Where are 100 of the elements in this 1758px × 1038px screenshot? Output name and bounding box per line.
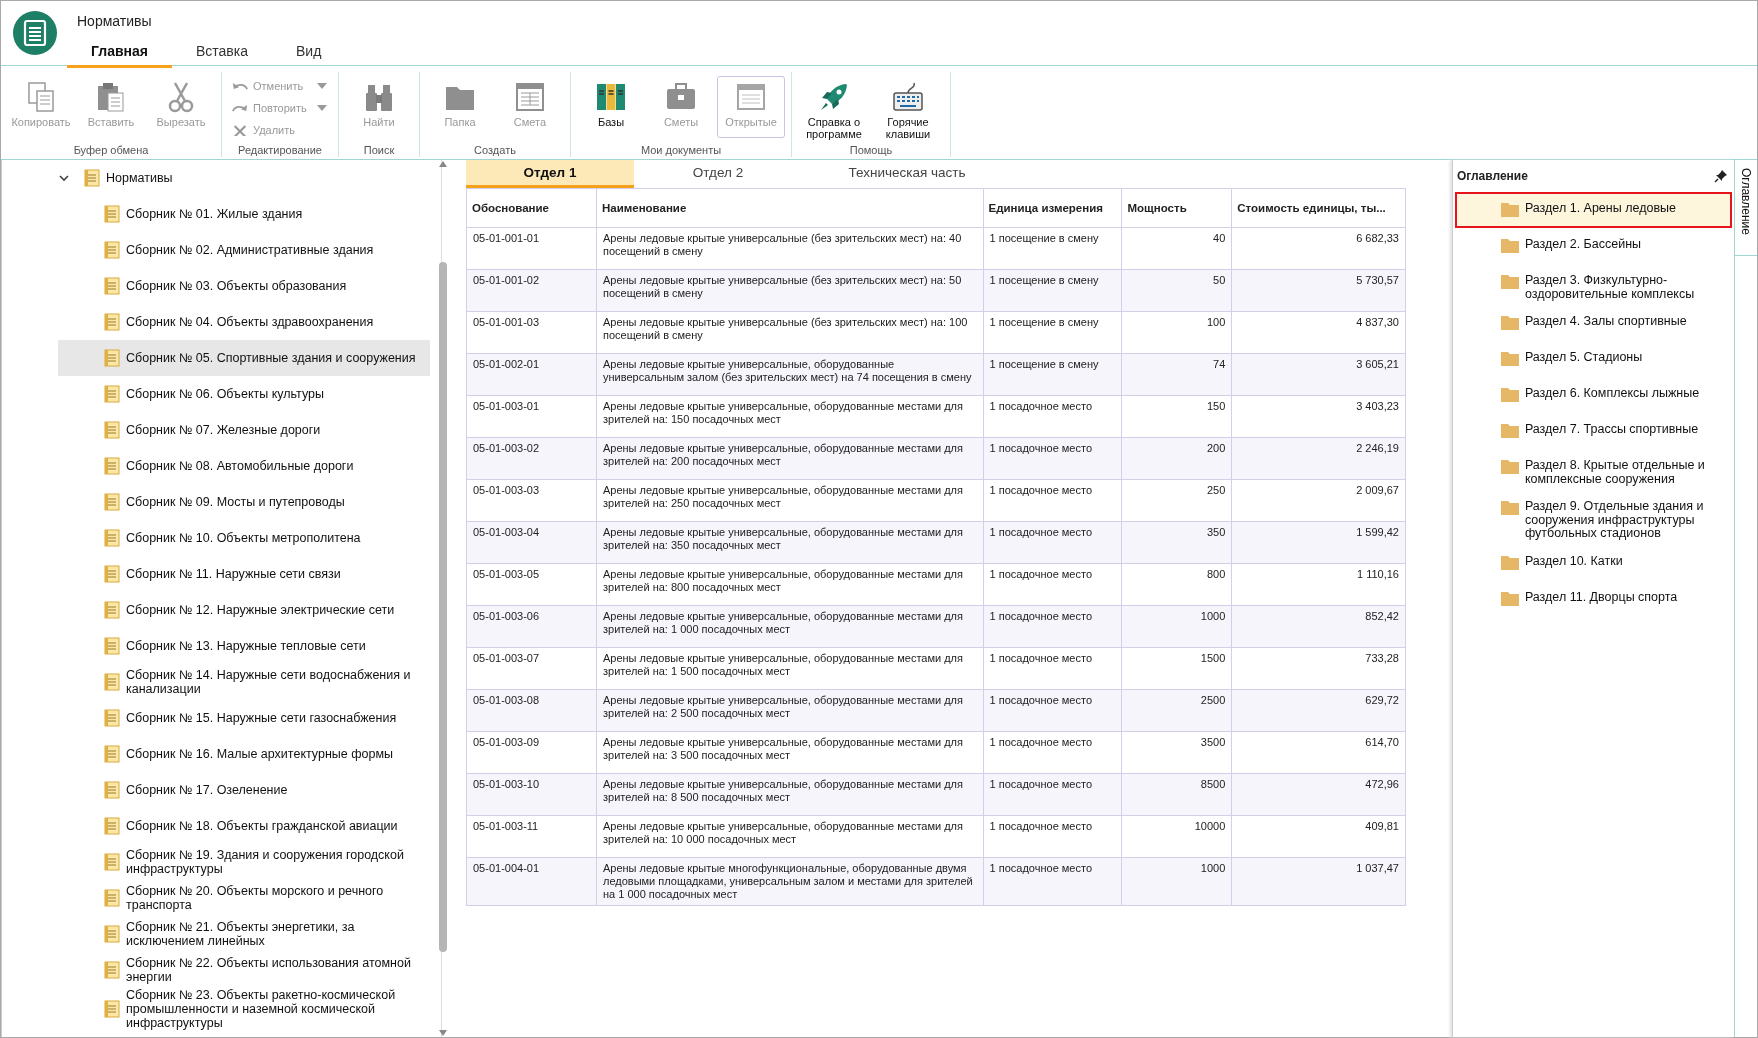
tree-item[interactable]: Сборник № 12. Наружные электрические сети: [58, 592, 430, 628]
tree-item[interactable]: Сборник № 06. Объекты культуры: [58, 376, 430, 412]
table-cell: 05-01-004-01: [466, 857, 597, 906]
folder-icon: [1500, 554, 1519, 570]
tree-item[interactable]: Сборник № 16. Малые архитектурные формы: [58, 736, 430, 772]
table-cell: 3 403,23: [1231, 395, 1406, 438]
tree-item[interactable]: Сборник № 13. Наружные тепловые сети: [58, 628, 430, 664]
section-tab[interactable]: Отдел 2: [634, 160, 802, 188]
table-cell: 05-01-003-07: [466, 647, 597, 690]
tree-item[interactable]: Сборник № 10. Объекты метрополитена: [58, 520, 430, 556]
table-cell: Арены ледовые крытые универсальные, оборудованные местами для зрителей на: 150 посадочных мест: [596, 395, 984, 438]
table-cell: 10000: [1122, 815, 1232, 858]
table-cell: 8500: [1122, 773, 1232, 816]
contents-item[interactable]: Раздел 5. Стадионы: [1454, 341, 1732, 377]
column-header[interactable]: Обоснование: [466, 188, 597, 228]
tree-item[interactable]: Сборник № 03. Объекты образования: [58, 268, 430, 304]
menu-tab[interactable]: Вид: [272, 39, 346, 68]
folder-icon: [1500, 238, 1519, 253]
tree-item[interactable]: Сборник № 18. Объекты гражданской авиации: [58, 808, 430, 844]
close-icon: [232, 124, 248, 136]
table-cell: 74: [1122, 353, 1232, 396]
column-header[interactable]: Наименование: [596, 188, 984, 228]
tree-item[interactable]: Сборник № 08. Автомобильные дороги: [58, 448, 430, 484]
table-cell: 6 682,33: [1231, 227, 1406, 270]
tree-item[interactable]: Сборник № 04. Объекты здравоохранения: [58, 304, 430, 340]
table-cell: 40: [1122, 227, 1232, 270]
contents-item[interactable]: Раздел 10. Катки: [1454, 544, 1732, 581]
table-cell: 1000: [1122, 605, 1232, 648]
table-cell: 1500: [1122, 647, 1232, 690]
ribbon-button[interactable]: Горячие клавиши: [872, 76, 944, 138]
scroll-up-icon[interactable]: [438, 160, 448, 168]
contents-item[interactable]: Раздел 4. Залы спортивные: [1454, 305, 1732, 341]
contents-item[interactable]: Раздел 3. Физкультурно-оздоровительные комплексы: [1454, 264, 1732, 305]
table-cell: 05-01-003-02: [466, 437, 597, 480]
menu-tab[interactable]: Главная: [67, 39, 172, 68]
notebook-icon: [104, 673, 120, 691]
notebook-icon: [104, 241, 120, 259]
window-title: Нормативы: [77, 13, 153, 29]
tree-item[interactable]: Сборник № 23. Объекты ракетно-космической промышленности и наземной космической инфраструктуры: [58, 988, 430, 1030]
table-cell: 1 посадочное место: [983, 815, 1122, 858]
ribbon-group-label: Мои документы: [640, 144, 722, 156]
table-cell: 1 посещение в смену: [983, 269, 1122, 312]
section-tab[interactable]: Отдел 1: [466, 160, 634, 188]
table-cell: Арены ледовые крытые универсальные (без зрительских мест) на: 40 посещений в смену: [596, 227, 984, 270]
contents-item[interactable]: Раздел 9. Отдельные здания и сооружения инфраструктуры футбольных стадионов: [1454, 490, 1732, 545]
table-cell: 05-01-003-03: [466, 479, 597, 522]
tree-item[interactable]: Сборник № 21. Объекты энергетики, за исключением линейных: [58, 916, 430, 952]
table-cell: 4 837,30: [1231, 311, 1406, 354]
contents-item[interactable]: Раздел 1. Арены ледовые: [1454, 192, 1732, 228]
contents-item[interactable]: Раздел 6. Комплексы лыжные: [1454, 377, 1732, 413]
tree-item[interactable]: Сборник № 05. Спортивные здания и сооружения: [58, 340, 430, 376]
ribbon-group-label: Редактирование: [238, 144, 322, 156]
table-cell: Арены ледовые крытые универсальные, оборудованные местами для зрителей на: 2 500 посадочных мест: [596, 689, 984, 732]
table-cell: Арены ледовые крытые универсальные, оборудованные местами для зрителей на: 1 500 посадочных мест: [596, 647, 984, 690]
table-cell: Арены ледовые крытые универсальные, оборудованные местами для зрителей на: 350 посадочных мест: [596, 521, 984, 564]
table-cell: 05-01-003-08: [466, 689, 597, 732]
tree-item[interactable]: Сборник № 22. Объекты использования атомной энергии: [58, 952, 430, 988]
tree-item[interactable]: Сборник № 01. Жилые здания: [58, 196, 430, 232]
table-cell: 05-01-003-11: [466, 815, 597, 858]
table-cell: Арены ледовые крытые универсальные, оборудованные местами для зрителей на: 250 посадочных мест: [596, 479, 984, 522]
column-header[interactable]: Единица измерения: [983, 188, 1122, 228]
ribbon-button[interactable]: Базы: [577, 76, 645, 138]
table-cell: 1 посадочное место: [983, 605, 1122, 648]
tree-item[interactable]: Нормативы: [58, 160, 430, 196]
column-header[interactable]: Стоимость единицы, ты...: [1231, 188, 1406, 228]
notebook-icon: [104, 529, 120, 547]
notebook-icon: [104, 889, 120, 907]
table-cell: 1 посещение в смену: [983, 353, 1122, 396]
binders-icon: [595, 81, 627, 113]
column-header[interactable]: Мощность: [1122, 188, 1232, 228]
contents-item[interactable]: Раздел 2. Бассейны: [1454, 228, 1732, 264]
table-cell: Арены ледовые крытые многофункциональные, оборудованные двумя ледовыми площадками, универсальным залом и местами для зрителей на 1 000 посадочных мест: [596, 857, 984, 906]
pin-icon[interactable]: [1714, 169, 1728, 183]
tree-item[interactable]: Сборник № 11. Наружные сети связи: [58, 556, 430, 592]
scroll-down-icon[interactable]: [438, 1029, 448, 1037]
table-cell: Арены ледовые крытые универсальные, оборудованные универсальным залом (без зрительских мест) на 74 посещения в смену: [596, 353, 984, 396]
notebook-icon: [104, 493, 120, 511]
section-tab[interactable]: Техническая часть: [802, 160, 1012, 188]
tree-item[interactable]: Сборник № 09. Мосты и путепроводы: [58, 484, 430, 520]
table-cell: 733,28: [1231, 647, 1406, 690]
contents-item[interactable]: Раздел 7. Трассы спортивные: [1454, 413, 1732, 449]
folder-icon: [1500, 202, 1519, 217]
scrollbar-thumb[interactable]: [439, 262, 447, 952]
table-cell: 2 246,19: [1231, 437, 1406, 480]
tree-item[interactable]: Сборник № 15. Наружные сети газоснабжения: [58, 700, 430, 736]
tree-item[interactable]: Сборник № 19. Здания и сооружения городской инфраструктуры: [58, 844, 430, 880]
tree-item[interactable]: Сборник № 17. Озеленение: [58, 772, 430, 808]
folder-icon: [1500, 423, 1519, 438]
ribbon-button[interactable]: Справка о программе: [798, 76, 870, 138]
tree-item[interactable]: Сборник № 02. Административные здания: [58, 232, 430, 268]
tree-item[interactable]: Сборник № 14. Наружные сети водоснабжения и канализации: [58, 664, 430, 700]
tree-item[interactable]: Сборник № 07. Железные дороги: [58, 412, 430, 448]
contents-item[interactable]: Раздел 11. Дворцы спорта: [1454, 580, 1732, 617]
redo-icon: [232, 102, 248, 114]
tree-item[interactable]: Сборник № 20. Объекты морского и речного транспорта: [58, 880, 430, 916]
notebook-icon: [104, 565, 120, 583]
contents-item[interactable]: Раздел 8. Крытые отдельные и комплексные сооружения: [1454, 449, 1732, 490]
table-cell: Арены ледовые крытые универсальные (без зрительских мест) на: 50 посещений в смену: [596, 269, 984, 312]
menu-tab[interactable]: Вставка: [171, 39, 272, 68]
table-cell: 50: [1122, 269, 1232, 312]
